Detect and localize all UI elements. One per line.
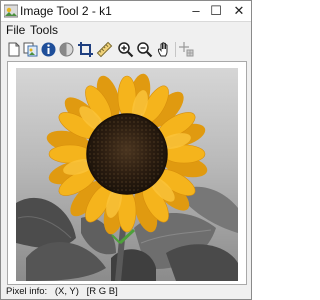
pixel-region-icon[interactable]: [178, 41, 195, 58]
maximize-button[interactable]: ☐: [207, 3, 225, 19]
window-title: Image Tool 2 - k1: [20, 4, 112, 18]
distance-icon[interactable]: [96, 41, 113, 58]
toolbar: [1, 39, 251, 60]
new-figure-icon[interactable]: [5, 41, 22, 58]
crop-icon[interactable]: [77, 41, 94, 58]
menu-file[interactable]: File: [6, 23, 25, 37]
zoom-in-icon[interactable]: [117, 41, 134, 58]
pixel-info-label: Pixel info:: [6, 286, 48, 297]
info-icon[interactable]: [40, 41, 57, 58]
close-button[interactable]: ✕: [230, 3, 248, 19]
sunflower-image[interactable]: [16, 68, 238, 281]
pixel-info-bar: Pixel info: (X, Y) [R G B]: [6, 286, 123, 297]
image-tool-window: Image Tool 2 - k1 – ☐ ✕ File Tools Pixel…: [0, 0, 252, 300]
image-viewport[interactable]: [7, 61, 247, 285]
minimize-button[interactable]: –: [187, 3, 205, 19]
pan-icon[interactable]: [156, 41, 173, 58]
pixel-value: [R G B]: [86, 286, 118, 297]
app-icon: [3, 4, 19, 18]
pixel-coords: (X, Y): [54, 286, 79, 297]
toolbar-separator: [175, 42, 176, 57]
copy-icon[interactable]: [22, 41, 39, 58]
zoom-out-icon[interactable]: [136, 41, 153, 58]
menu-tools[interactable]: Tools: [30, 23, 58, 37]
title-bar: Image Tool 2 - k1 – ☐ ✕: [1, 1, 251, 22]
menu-bar: File Tools: [1, 22, 251, 39]
contrast-icon[interactable]: [58, 41, 75, 58]
